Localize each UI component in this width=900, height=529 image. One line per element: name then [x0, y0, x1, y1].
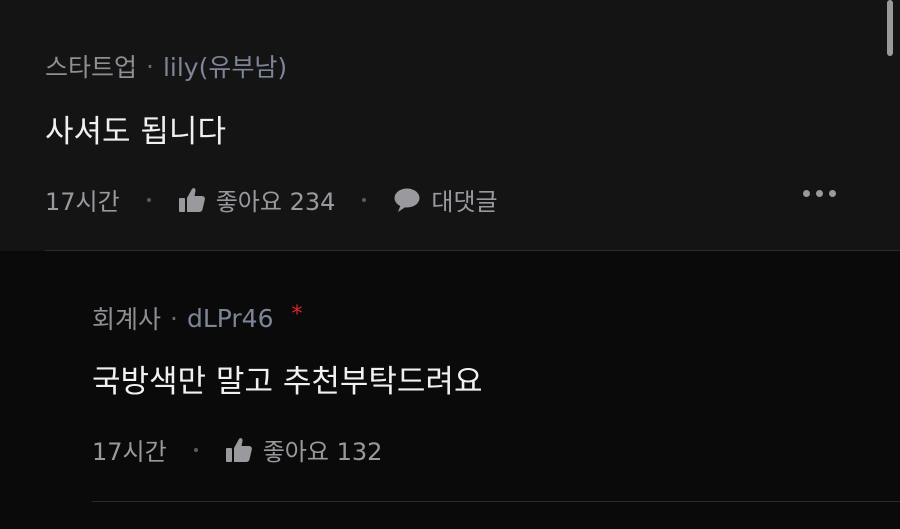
reply-meta: 회계사 · dLPr46 * [92, 300, 303, 336]
comment-divider [45, 250, 900, 251]
reply-label: 대댓글 [431, 188, 498, 216]
more-horizontal-icon [803, 190, 810, 197]
comment-actions: 17시간 좋아요 234 대댓글 [45, 182, 498, 217]
like-button[interactable]: 좋아요 132 [225, 432, 383, 467]
reply-actions: 17시간 좋아요 132 [92, 432, 382, 467]
reply-divider [92, 501, 900, 502]
author-mark: * [291, 301, 303, 327]
comment-text: 사셔도 됩니다 [45, 114, 226, 150]
meta-separator: · [170, 303, 178, 333]
comment-nickname[interactable]: lily(유부남) [163, 48, 287, 84]
reply-category: 회계사 [92, 305, 162, 334]
scrollbar-thumb[interactable] [887, 0, 893, 56]
more-horizontal-icon [816, 190, 823, 197]
comment-time: 17시간 [45, 188, 120, 216]
comment-thread: 스타트업 · lily(유부남) 사셔도 됩니다 17시간 좋아요 234 대댓… [0, 0, 900, 529]
like-button[interactable]: 좋아요 234 [178, 182, 336, 217]
action-separator-dot [362, 197, 367, 202]
like-label: 좋아요 234 [215, 188, 336, 216]
reply-text: 국방색만 말고 추천부탁드려요 [92, 364, 483, 400]
reply-button[interactable]: 대댓글 [393, 182, 498, 217]
reply-time: 17시간 [92, 438, 167, 466]
like-label: 좋아요 132 [262, 438, 383, 466]
action-separator-dot [146, 197, 151, 202]
thumbs-up-icon [178, 187, 206, 213]
meta-separator: · [146, 51, 154, 81]
thumbs-up-icon [225, 437, 253, 463]
more-options-button[interactable] [803, 190, 836, 197]
comment-category: 스타트업 [45, 53, 138, 82]
speech-bubble-icon [393, 187, 421, 213]
comment-meta: 스타트업 · lily(유부남) [45, 48, 287, 84]
more-horizontal-icon [829, 190, 836, 197]
reply-nickname[interactable]: dLPr46 [187, 304, 274, 333]
action-separator-dot [193, 447, 198, 452]
